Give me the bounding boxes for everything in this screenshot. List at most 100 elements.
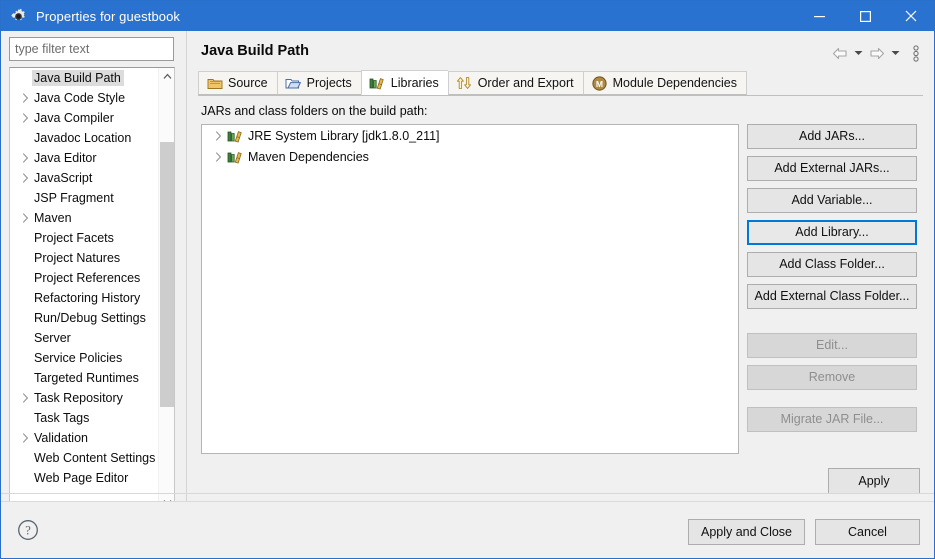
settings-tree-vscrollbar[interactable] <box>158 68 174 511</box>
sidebar-item-javascript[interactable]: JavaScript <box>10 168 159 188</box>
sidebar-item-maven[interactable]: Maven <box>10 208 159 228</box>
books-icon <box>369 75 386 91</box>
tab-label: Projects <box>307 76 352 90</box>
sidebar-item-label: Project Facets <box>32 230 117 246</box>
sidebar-item-label: JavaScript <box>32 170 95 186</box>
sidebar-item-task-tags[interactable]: Task Tags <box>10 408 159 428</box>
back-history-chevron-down-icon[interactable] <box>852 43 865 63</box>
tab-label: Source <box>228 76 268 90</box>
settings-navigation-pane: Java Build Path Java Code Style Java Compi… <box>1 31 186 501</box>
sidebar-item-label: Javadoc Location <box>32 130 134 146</box>
sidebar-item-label: Java Code Style <box>32 90 128 106</box>
books-icon <box>226 129 244 143</box>
chevron-right-icon[interactable] <box>18 393 32 403</box>
chevron-right-icon[interactable] <box>18 113 32 123</box>
sidebar-item-label: Refactoring History <box>32 290 143 306</box>
tab-libraries[interactable]: Libraries <box>361 70 448 95</box>
library-entry-label: JRE System Library [jdk1.8.0_211] <box>248 129 440 143</box>
cancel-button[interactable]: Cancel <box>815 519 920 545</box>
settings-tree: Java Build Path Java Code Style Java Compi… <box>9 67 175 512</box>
sidebar-item-web-page-editor[interactable]: Web Page Editor <box>10 468 159 488</box>
library-entry-label: Maven Dependencies <box>248 150 369 164</box>
build-path-tabs: Source Projects Libraries Order and Export M… <box>198 71 923 96</box>
scrollbar-thumb[interactable] <box>160 142 174 407</box>
minimize-button[interactable] <box>796 1 842 31</box>
tab-source[interactable]: Source <box>198 71 277 95</box>
sidebar-item-web-content-settings[interactable]: Web Content Settings <box>10 448 159 468</box>
chevron-right-icon[interactable] <box>18 433 32 443</box>
properties-dialog: Properties for guestbook Java Build Path… <box>0 0 935 559</box>
dialog-body: Java Build Path Java Code Style Java Compi… <box>1 31 934 501</box>
sidebar-item-label: Java Editor <box>32 150 100 166</box>
scroll-up-icon[interactable] <box>159 68 175 85</box>
sidebar-item-label: Web Page Editor <box>32 470 131 486</box>
add-variable-button[interactable]: Add Variable... <box>747 188 917 213</box>
tab-label: Order and Export <box>478 76 574 90</box>
chevron-right-icon[interactable] <box>18 213 32 223</box>
add-library-button[interactable]: Add Library... <box>747 220 917 245</box>
vertical-dots-icon[interactable] <box>908 43 924 63</box>
page-navigation-toolbar <box>830 43 924 63</box>
sidebar-item-java-editor[interactable]: Java Editor <box>10 148 159 168</box>
sidebar-item-label: Targeted Runtimes <box>32 370 142 386</box>
sidebar-item-refactoring-history[interactable]: Refactoring History <box>10 288 159 308</box>
source-folder-icon <box>206 75 223 91</box>
add-jars-button[interactable]: Add JARs... <box>747 124 917 149</box>
tab-order-and-export[interactable]: Order and Export <box>448 71 583 95</box>
jars-tree[interactable]: JRE System Library [jdk1.8.0_211] Maven D… <box>201 124 739 454</box>
library-entry-row[interactable]: Maven Dependencies <box>202 146 738 167</box>
back-arrow-icon[interactable] <box>830 43 850 63</box>
sidebar-item-server[interactable]: Server <box>10 328 159 348</box>
sidebar-item-service-policies[interactable]: Service Policies <box>10 348 159 368</box>
sidebar-item-project-natures[interactable]: Project Natures <box>10 248 159 268</box>
sidebar-item-label: Validation <box>32 430 91 446</box>
svg-text:?: ? <box>25 523 31 537</box>
sidebar-item-label: Project Natures <box>32 250 123 266</box>
window-title: Properties for guestbook <box>36 9 796 24</box>
sidebar-item-java-code-style[interactable]: Java Code Style <box>10 88 159 108</box>
close-button[interactable] <box>888 1 934 31</box>
sidebar-item-run-debug-settings[interactable]: Run/Debug Settings <box>10 308 159 328</box>
sidebar-item-project-references[interactable]: Project References <box>10 268 159 288</box>
sidebar-item-java-build-path[interactable]: Java Build Path <box>10 68 159 88</box>
tab-label: Libraries <box>391 76 439 90</box>
add-external-class-folder-button[interactable]: Add External Class Folder... <box>747 284 917 309</box>
migrate-jar-file-button: Migrate JAR File... <box>747 407 917 432</box>
remove-button: Remove <box>747 365 917 390</box>
apply-button[interactable]: Apply <box>828 468 920 494</box>
sidebar-item-label: JSP Fragment <box>32 190 117 206</box>
sidebar-item-javadoc-location[interactable]: Javadoc Location <box>10 128 159 148</box>
chevron-right-icon[interactable] <box>18 153 32 163</box>
library-entry-row[interactable]: JRE System Library [jdk1.8.0_211] <box>202 125 738 146</box>
filter-input[interactable] <box>9 37 174 61</box>
add-external-jars-button[interactable]: Add External JARs... <box>747 156 917 181</box>
library-action-buttons: Add JARs... Add External JARs... Add Varia… <box>747 124 919 439</box>
gear-icon <box>10 8 27 25</box>
sidebar-item-label: Task Tags <box>32 410 92 426</box>
svg-text:M: M <box>596 79 603 89</box>
edit-button: Edit... <box>747 333 917 358</box>
help-icon[interactable]: ? <box>17 519 39 541</box>
forward-history-chevron-down-icon[interactable] <box>889 43 902 63</box>
jars-caption: JARs and class folders on the build path… <box>201 104 428 118</box>
sidebar-item-task-repository[interactable]: Task Repository <box>10 388 159 408</box>
sidebar-item-label: Web Content Settings <box>32 450 158 466</box>
add-class-folder-button[interactable]: Add Class Folder... <box>747 252 917 277</box>
sidebar-item-label: Server <box>32 330 74 346</box>
tab-projects[interactable]: Projects <box>277 71 361 95</box>
chevron-right-icon[interactable] <box>211 152 226 162</box>
sidebar-item-validation[interactable]: Validation <box>10 428 159 448</box>
sidebar-item-targeted-runtimes[interactable]: Targeted Runtimes <box>10 368 159 388</box>
sidebar-item-label: Service Policies <box>32 350 125 366</box>
forward-arrow-icon[interactable] <box>867 43 887 63</box>
maximize-button[interactable] <box>842 1 888 31</box>
chevron-right-icon[interactable] <box>18 93 32 103</box>
sidebar-item-project-facets[interactable]: Project Facets <box>10 228 159 248</box>
chevron-right-icon[interactable] <box>18 173 32 183</box>
apply-and-close-button[interactable]: Apply and Close <box>688 519 805 545</box>
sidebar-item-jsp-fragment[interactable]: JSP Fragment <box>10 188 159 208</box>
chevron-right-icon[interactable] <box>211 131 226 141</box>
sidebar-item-label: Java Build Path <box>32 70 124 86</box>
tab-module-dependencies[interactable]: MModule Dependencies <box>583 71 747 95</box>
sidebar-item-java-compiler[interactable]: Java Compiler <box>10 108 159 128</box>
